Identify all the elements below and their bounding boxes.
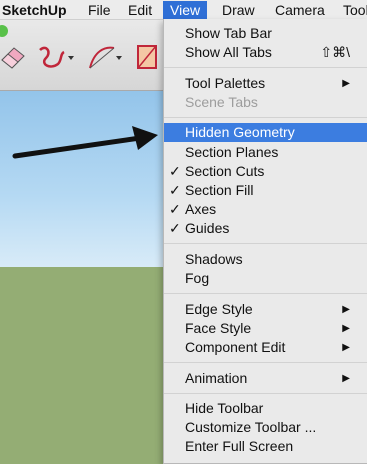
submenu-arrow-icon: ▶ [342, 373, 350, 384]
freehand-icon[interactable] [36, 42, 76, 72]
menu-item-section-planes[interactable]: Section Planes [164, 143, 367, 162]
submenu-arrow-icon: ▶ [342, 304, 350, 315]
rectangle-icon[interactable] [136, 42, 162, 72]
menu-separator [164, 393, 367, 394]
menu-item-fog[interactable]: Fog [164, 269, 367, 288]
menu-item-label: Hidden Geometry [185, 124, 295, 140]
arc-icon[interactable] [86, 42, 126, 72]
menu-separator [164, 67, 367, 68]
window-zoom-button[interactable] [0, 25, 8, 37]
menu-item-label: Tool Palettes [185, 75, 266, 91]
menu-item-label: Face Style [185, 320, 252, 336]
menu-item-tool-palettes[interactable]: Tool Palettes ▶ [164, 74, 367, 93]
menu-item-label: Animation [185, 370, 248, 386]
menu-item-edge-style[interactable]: Edge Style ▶ [164, 300, 367, 319]
menu-item-section-fill[interactable]: ✓ Section Fill [164, 181, 367, 200]
menu-item-label: Guides [185, 220, 230, 236]
eraser-icon[interactable] [0, 42, 30, 72]
menu-item-scene-tabs: Scene Tabs [164, 93, 367, 112]
check-icon: ✓ [169, 201, 181, 217]
shortcut-label: ⇧⌘\ [320, 44, 350, 60]
menu-item-label: Shadows [185, 251, 243, 267]
menu-item-hidden-geometry[interactable]: Hidden Geometry [164, 123, 367, 142]
menu-item-label: Enter Full Screen [185, 438, 294, 454]
menu-item-label: Fog [185, 270, 210, 286]
menu-app-sketchup[interactable]: SketchUp [2, 1, 67, 19]
menu-separator [164, 117, 367, 118]
menu-item-show-all-tabs[interactable]: Show All Tabs ⇧⌘\ [164, 43, 367, 62]
submenu-arrow-icon: ▶ [342, 78, 350, 89]
menu-item-label: Axes [185, 201, 217, 217]
menu-edit[interactable]: Edit [128, 1, 152, 19]
menu-view[interactable]: View [163, 1, 208, 19]
menu-item-enter-full-screen[interactable]: Enter Full Screen [164, 437, 367, 456]
check-icon: ✓ [169, 163, 181, 179]
menu-draw[interactable]: Draw [222, 1, 255, 19]
menu-item-label: Section Fill [185, 182, 254, 198]
menu-separator [164, 362, 367, 363]
view-menu-dropdown: Show Tab Bar Show All Tabs ⇧⌘\ Tool Pale… [163, 19, 367, 464]
menu-item-label: Hide Toolbar [185, 400, 264, 416]
menu-item-guides[interactable]: ✓ Guides [164, 219, 367, 238]
menu-item-show-tab-bar[interactable]: Show Tab Bar [164, 24, 367, 43]
menu-item-face-style[interactable]: Face Style ▶ [164, 319, 367, 338]
submenu-arrow-icon: ▶ [342, 342, 350, 353]
menu-file[interactable]: File [88, 1, 111, 19]
menu-item-label: Customize Toolbar ... [185, 419, 317, 435]
menu-item-label: Show Tab Bar [185, 25, 272, 41]
menu-item-label: Section Cuts [185, 163, 265, 179]
menu-item-label: Edge Style [185, 301, 253, 317]
check-icon: ✓ [169, 220, 181, 236]
menu-bar: SketchUp File Edit View Draw Camera Tool… [0, 0, 367, 20]
annotation-arrow [12, 126, 158, 159]
submenu-arrow-icon: ▶ [342, 323, 350, 334]
menu-item-label: Section Planes [185, 144, 279, 160]
menu-item-label: Show All Tabs [185, 44, 272, 60]
menu-camera[interactable]: Camera [275, 1, 325, 19]
menu-item-axes[interactable]: ✓ Axes [164, 200, 367, 219]
menu-item-section-cuts[interactable]: ✓ Section Cuts [164, 162, 367, 181]
menu-item-customize-toolbar[interactable]: Customize Toolbar ... [164, 418, 367, 437]
menu-separator [164, 243, 367, 244]
check-icon: ✓ [169, 182, 181, 198]
menu-item-animation[interactable]: Animation ▶ [164, 369, 367, 388]
menu-item-label: Component Edit [185, 339, 286, 355]
menu-item-label: Scene Tabs [185, 94, 258, 110]
menu-item-hide-toolbar[interactable]: Hide Toolbar [164, 399, 367, 418]
menu-item-component-edit[interactable]: Component Edit ▶ [164, 338, 367, 357]
menu-tools[interactable]: Tools [343, 1, 367, 19]
menu-separator [164, 293, 367, 294]
menu-item-shadows[interactable]: Shadows [164, 250, 367, 269]
